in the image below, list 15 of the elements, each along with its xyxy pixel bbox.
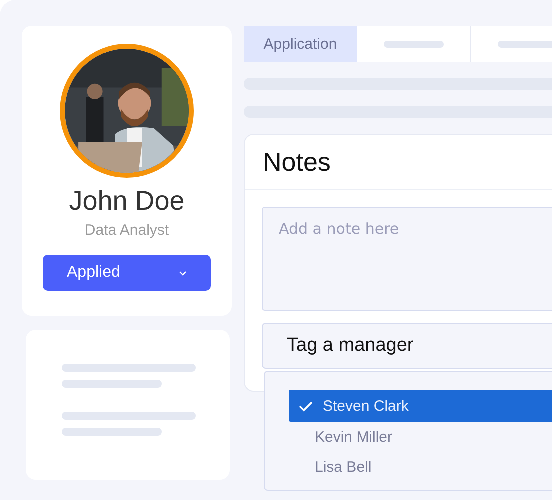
manager-option[interactable]: Lisa Bell bbox=[289, 452, 552, 482]
manager-option[interactable]: Kevin Miller bbox=[289, 422, 552, 452]
status-dropdown[interactable]: Applied bbox=[43, 255, 211, 291]
notes-title: Notes bbox=[245, 135, 552, 190]
candidate-role: Data Analyst bbox=[84, 222, 170, 239]
tab[interactable]: Application bbox=[244, 26, 357, 62]
tab[interactable] bbox=[470, 26, 552, 62]
skeleton-line bbox=[498, 40, 552, 48]
check-icon bbox=[299, 400, 313, 412]
manager-select[interactable]: Tag a manager bbox=[262, 323, 552, 369]
skeleton-line bbox=[384, 40, 444, 48]
candidate-name: John Doe bbox=[69, 186, 185, 217]
manager-option[interactable]: Steven Clark bbox=[289, 390, 552, 422]
note-field[interactable]: Add a note here bbox=[262, 207, 552, 311]
chevron-down-icon bbox=[179, 270, 187, 276]
